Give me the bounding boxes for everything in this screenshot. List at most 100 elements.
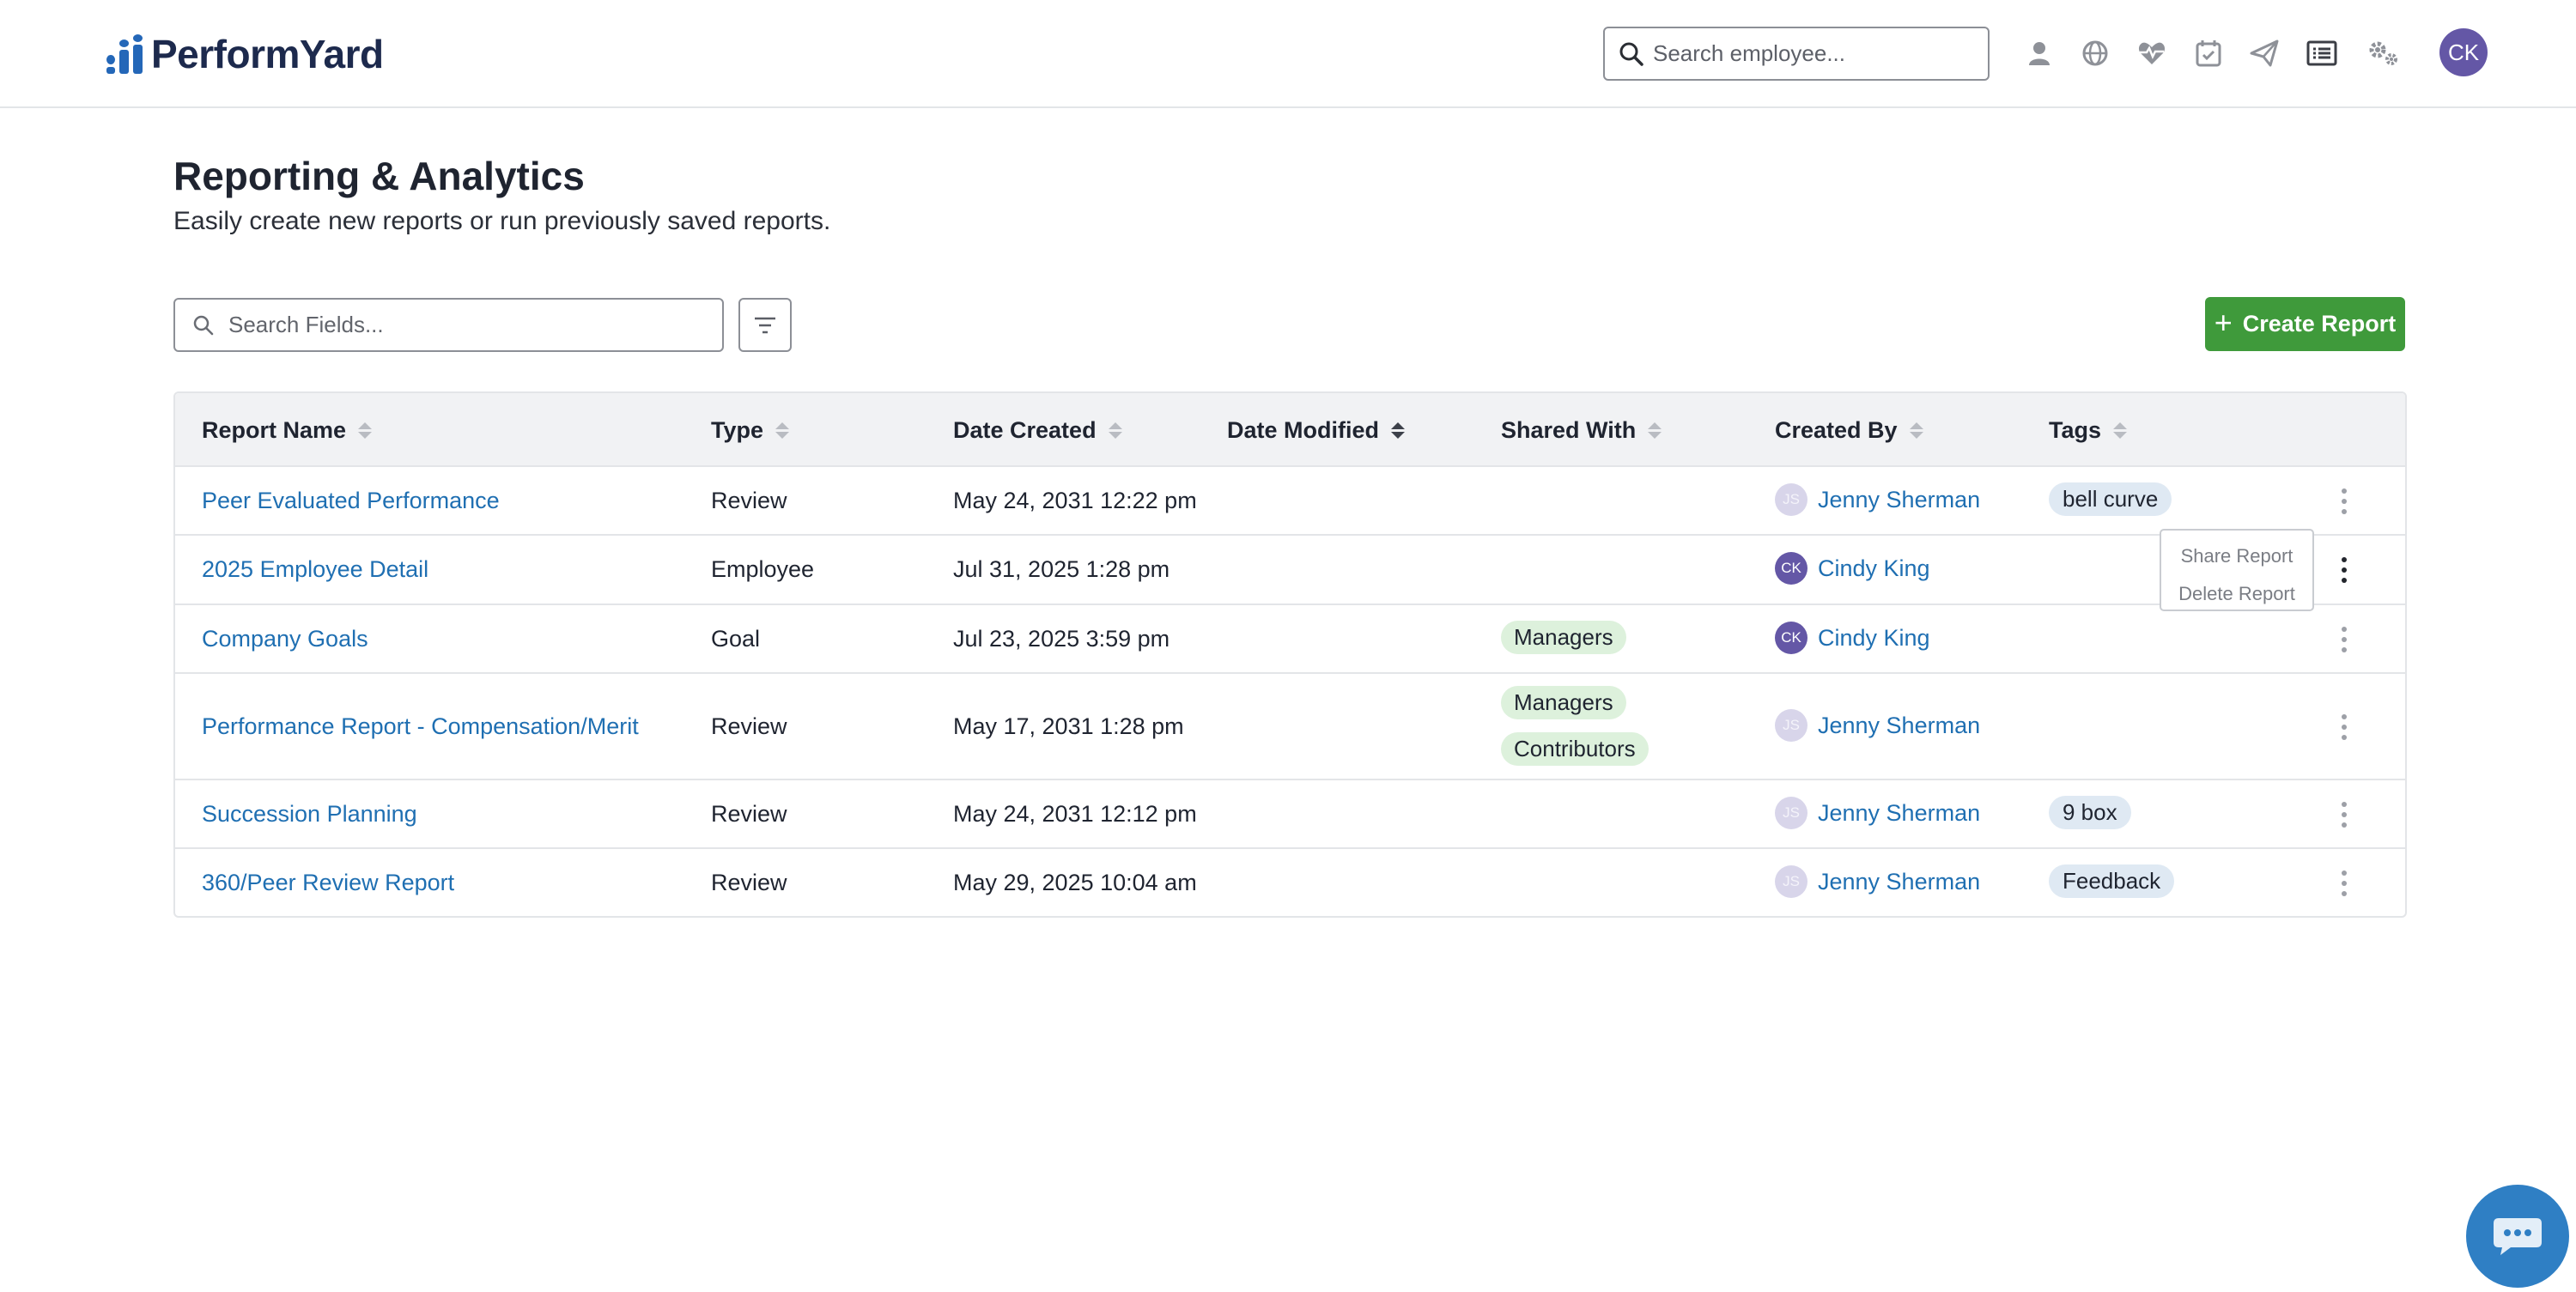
report-type: Review (711, 488, 787, 513)
page-title: Reporting & Analytics (173, 154, 585, 198)
col-date-created[interactable]: Date Created (953, 417, 1122, 444)
heartbeat-icon[interactable] (2135, 36, 2169, 70)
table-row: Performance Report - Compensation/Merit … (175, 674, 2405, 780)
table-row: 360/Peer Review Report Review May 29, 20… (175, 849, 2405, 916)
more-options-icon[interactable] (2338, 488, 2350, 514)
performyard-logo[interactable]: PerformYard (106, 32, 384, 76)
col-tags[interactable]: Tags (2049, 417, 2128, 444)
creator-link[interactable]: Jenny Sherman (1818, 713, 1980, 739)
date-created: Jul 23, 2025 3:59 pm (953, 626, 1170, 652)
table-row: Company Goals Goal Jul 23, 2025 3:59 pm … (175, 605, 2405, 674)
page-subtitle: Easily create new reports or run previou… (173, 207, 831, 235)
report-type: Review (711, 870, 787, 895)
report-name-link[interactable]: Performance Report - Compensation/Merit (202, 713, 639, 740)
date-created: May 24, 2031 12:12 pm (953, 801, 1197, 827)
globe-icon[interactable] (2078, 36, 2112, 70)
shared-with-badge: Managers (1501, 621, 1626, 654)
creator-link[interactable]: Cindy King (1818, 555, 1930, 582)
employee-search[interactable] (1603, 27, 1990, 81)
chat-bubble-icon (2494, 1218, 2542, 1255)
tag-label: bell curve (2049, 482, 2172, 516)
creator-link[interactable]: Jenny Sherman (1818, 869, 1980, 895)
top-nav: PerformYard CK (0, 0, 2576, 108)
col-label: Tags (2049, 417, 2102, 443)
chat-button[interactable] (2466, 1185, 2569, 1288)
shared-with-badge: Contributors (1501, 732, 1649, 766)
col-shared-with[interactable]: Shared With (1501, 417, 1662, 444)
plus-icon: + (2214, 305, 2233, 340)
created-by: CK Cindy King (1775, 552, 1930, 585)
report-type: Employee (711, 556, 815, 582)
tag-badge: bell curve (2049, 482, 2172, 516)
avatar: CK (1775, 552, 1807, 585)
table-row: 2025 Employee Detail Employee Jul 31, 20… (175, 536, 2405, 605)
calendar-check-icon[interactable] (2191, 36, 2226, 70)
reports-table: Report Name Type Date Created Date Modif… (173, 391, 2407, 918)
share-report-item[interactable]: Share Report (2161, 537, 2312, 575)
filter-button[interactable] (738, 298, 792, 352)
creator-link[interactable]: Jenny Sherman (1818, 800, 1980, 827)
report-name-link[interactable]: Peer Evaluated Performance (202, 488, 500, 514)
sort-icon (1108, 422, 1122, 439)
sort-icon (1909, 422, 1923, 439)
report-name-link[interactable]: Company Goals (202, 626, 368, 652)
more-options-icon[interactable] (2338, 627, 2350, 652)
delete-report-item[interactable]: Delete Report (2161, 575, 2312, 613)
creator-link[interactable]: Jenny Sherman (1818, 487, 1980, 513)
search-icon (193, 315, 214, 336)
report-type: Goal (711, 626, 761, 652)
created-by: CK Cindy King (1775, 622, 1930, 654)
report-name-link[interactable]: 360/Peer Review Report (202, 870, 454, 896)
col-report-name[interactable]: Report Name (202, 417, 373, 444)
col-created-by[interactable]: Created By (1775, 417, 1923, 444)
created-by: JS Jenny Sherman (1775, 797, 1980, 829)
col-type[interactable]: Type (711, 417, 790, 444)
person-icon[interactable] (2022, 36, 2057, 70)
avatar: JS (1775, 709, 1807, 742)
created-by: JS Jenny Sherman (1775, 709, 1980, 742)
tag-label: 9 box (2049, 796, 2131, 829)
avatar: CK (1775, 622, 1807, 654)
user-avatar[interactable]: CK (2439, 28, 2488, 76)
sort-icon (1391, 422, 1406, 439)
date-created: May 17, 2031 1:28 pm (953, 713, 1184, 739)
shared-with-badge: Managers (1501, 686, 1626, 719)
col-label: Report Name (202, 417, 347, 443)
field-search-input[interactable] (228, 312, 709, 338)
gears-icon[interactable] (2366, 36, 2401, 70)
shared-label: Contributors (1501, 732, 1649, 766)
paper-plane-icon[interactable] (2247, 36, 2281, 70)
creator-link[interactable]: Cindy King (1818, 625, 1930, 652)
tag-label: Feedback (2049, 864, 2175, 898)
search-icon (1619, 42, 1643, 66)
logo-mark-icon (106, 34, 146, 74)
col-label: Shared With (1501, 417, 1637, 443)
created-by: JS Jenny Sherman (1775, 865, 1980, 898)
more-options-icon[interactable] (2338, 557, 2350, 583)
more-options-icon[interactable] (2338, 802, 2350, 828)
report-name-link[interactable]: Succession Planning (202, 801, 417, 828)
brand-name: PerformYard (151, 32, 384, 76)
more-options-icon[interactable] (2338, 870, 2350, 896)
employee-search-input[interactable] (1653, 40, 1971, 67)
more-options-icon[interactable] (2338, 714, 2350, 740)
tag-badge: 9 box (2049, 796, 2131, 829)
filter-icon (755, 317, 775, 333)
date-created: Jul 31, 2025 1:28 pm (953, 556, 1170, 582)
sort-icon (358, 422, 373, 439)
created-by: JS Jenny Sherman (1775, 483, 1980, 516)
list-icon[interactable] (2305, 36, 2339, 70)
create-report-label: Create Report (2242, 311, 2397, 337)
shared-label: Managers (1501, 621, 1626, 654)
avatar: JS (1775, 483, 1807, 516)
date-created: May 24, 2031 12:22 pm (953, 488, 1197, 513)
col-label: Date Created (953, 417, 1097, 443)
table-row: Succession Planning Review May 24, 2031 … (175, 780, 2405, 849)
date-created: May 29, 2025 10:04 am (953, 870, 1197, 895)
shared-label: Managers (1501, 686, 1626, 719)
report-name-link[interactable]: 2025 Employee Detail (202, 556, 428, 583)
col-date-modified[interactable]: Date Modified (1227, 417, 1406, 444)
col-label: Date Modified (1227, 417, 1380, 443)
field-search[interactable] (173, 298, 724, 352)
create-report-button[interactable]: + Create Report (2205, 297, 2405, 351)
